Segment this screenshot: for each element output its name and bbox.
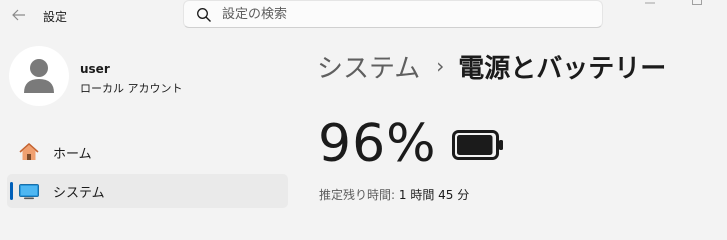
minimize-icon[interactable] <box>645 0 655 8</box>
search-box[interactable] <box>183 0 603 28</box>
sidebar-item-system[interactable]: システム <box>7 174 288 208</box>
battery-icon <box>452 130 503 160</box>
remaining-label: 推定残り時間: <box>319 188 396 202</box>
app-title: 設定 <box>43 10 68 24</box>
avatar[interactable] <box>9 46 69 106</box>
remaining-value: 1 時間 45 分 <box>398 188 470 202</box>
page-title: 電源とバッテリー <box>458 53 667 84</box>
search-icon <box>197 8 211 22</box>
chevron-right-icon: › <box>436 54 445 78</box>
sidebar-item-label: ホーム <box>53 147 92 162</box>
breadcrumb: システム › 電源とバッテリー <box>317 46 666 86</box>
back-arrow-icon <box>12 9 25 21</box>
sidebar-item-label: システム <box>53 186 105 201</box>
selection-indicator <box>10 182 13 200</box>
estimated-time-remaining: 推定残り時間: 1 時間 45 分 <box>319 186 469 203</box>
home-icon <box>19 143 39 160</box>
settings-window: 設定 user ローカル アカウント ホーム <box>0 0 727 210</box>
user-name: user <box>80 62 110 76</box>
battery-fill <box>457 135 493 155</box>
title-bar: 設定 <box>0 0 727 32</box>
account-type: ローカル アカウント <box>80 82 183 95</box>
back-button[interactable] <box>8 6 30 24</box>
maximize-icon[interactable] <box>692 0 702 8</box>
battery-percentage: 96% <box>318 114 437 174</box>
system-display-icon <box>19 184 39 200</box>
person-icon <box>24 59 54 93</box>
sidebar-item-home[interactable]: ホーム <box>7 135 288 169</box>
search-input[interactable] <box>222 4 582 24</box>
breadcrumb-parent[interactable]: システム <box>317 48 420 85</box>
